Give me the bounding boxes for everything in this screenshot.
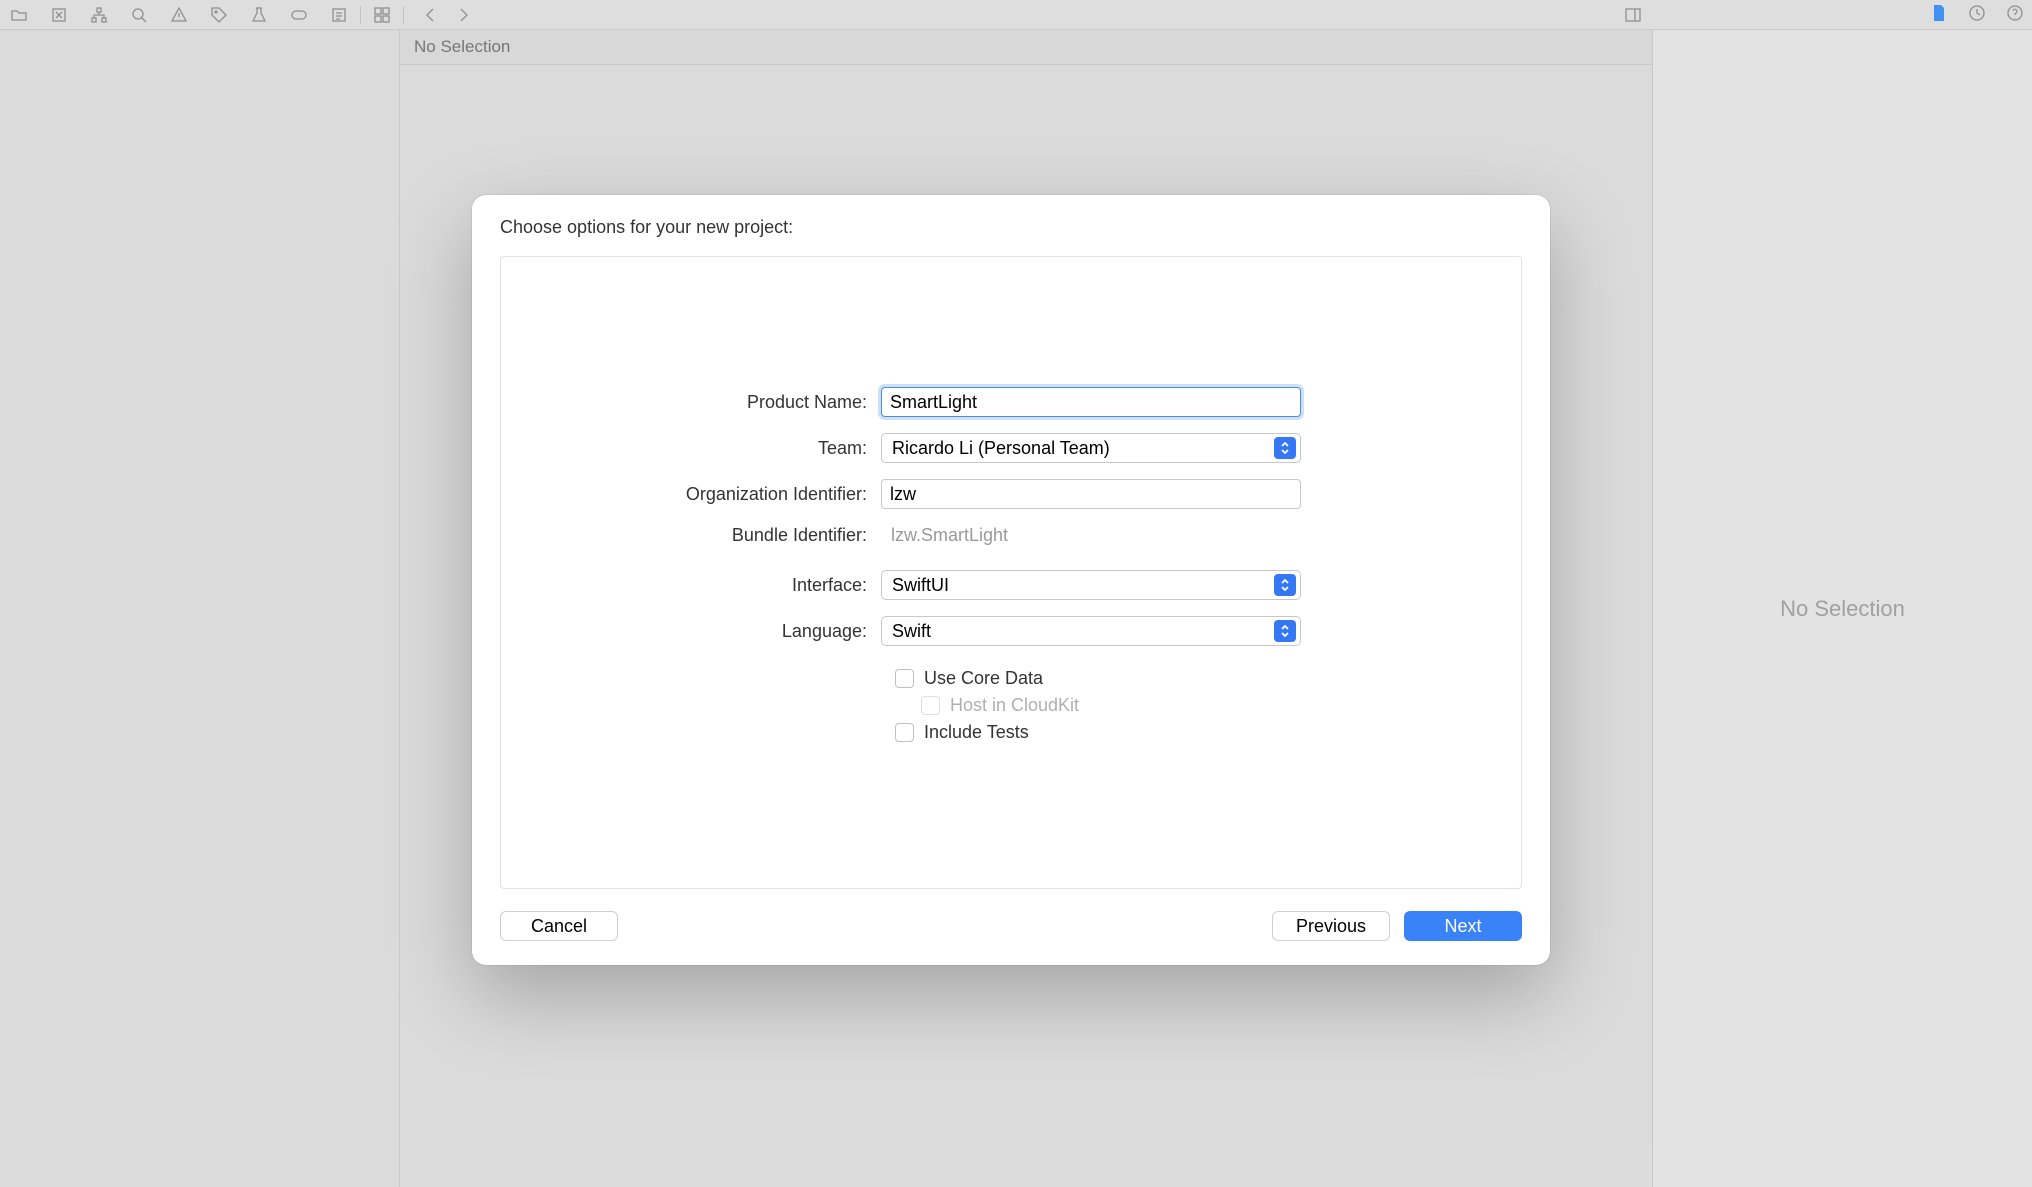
product-name-input[interactable] <box>881 387 1301 417</box>
inspector-no-selection: No Selection <box>1780 596 1905 622</box>
interface-value: SwiftUI <box>892 575 1274 596</box>
editor-header: No Selection <box>400 30 1652 65</box>
document-icon[interactable] <box>1930 4 1948 27</box>
warning-icon[interactable] <box>170 6 188 24</box>
new-project-options-dialog: Choose options for your new project: Pro… <box>472 195 1550 965</box>
use-core-data-checkbox[interactable] <box>895 669 914 688</box>
back-icon[interactable] <box>422 6 440 24</box>
host-cloudkit-checkbox <box>921 696 940 715</box>
host-cloudkit-label: Host in CloudKit <box>950 695 1079 716</box>
related-icon[interactable] <box>373 6 391 24</box>
bundle-id-value: lzw.SmartLight <box>881 525 1301 546</box>
language-value: Swift <box>892 621 1274 642</box>
team-popup[interactable]: Ricardo Li (Personal Team) <box>881 433 1301 463</box>
popup-arrows-icon <box>1274 437 1296 459</box>
language-label: Language: <box>561 621 881 642</box>
modal-title: Choose options for your new project: <box>500 217 1522 238</box>
use-core-data-label: Use Core Data <box>924 668 1043 689</box>
org-id-label: Organization Identifier: <box>561 484 881 505</box>
popup-arrows-icon <box>1274 574 1296 596</box>
tag-icon[interactable] <box>210 6 228 24</box>
modal-footer: Cancel Previous Next <box>500 911 1522 941</box>
top-toolbar <box>0 0 2032 30</box>
cancel-button[interactable]: Cancel <box>500 911 618 941</box>
history-icon[interactable] <box>1968 4 1986 27</box>
include-tests-checkbox[interactable] <box>895 723 914 742</box>
popup-arrows-icon <box>1274 620 1296 642</box>
include-tests-label: Include Tests <box>924 722 1029 743</box>
report-icon[interactable] <box>330 6 348 24</box>
org-id-input[interactable] <box>881 479 1301 509</box>
test-icon[interactable] <box>250 6 268 24</box>
interface-label: Interface: <box>561 575 881 596</box>
team-label: Team: <box>561 438 881 459</box>
interface-popup[interactable]: SwiftUI <box>881 570 1301 600</box>
next-button[interactable]: Next <box>1404 911 1522 941</box>
forward-icon[interactable] <box>454 6 472 24</box>
language-popup[interactable]: Swift <box>881 616 1301 646</box>
inspector-toolbar <box>1930 0 2024 30</box>
search-icon[interactable] <box>130 6 148 24</box>
hierarchy-icon[interactable] <box>90 6 108 24</box>
folder-icon[interactable] <box>10 6 28 24</box>
inspector-panel: No Selection <box>1652 30 2032 1187</box>
bundle-id-label: Bundle Identifier: <box>561 525 881 546</box>
team-value: Ricardo Li (Personal Team) <box>892 438 1274 459</box>
previous-button[interactable]: Previous <box>1272 911 1390 941</box>
modal-form: Product Name: Team: Ricardo Li (Personal… <box>500 256 1522 889</box>
navigator-panel <box>0 30 400 1187</box>
sidebar-toggle-icon[interactable] <box>1624 6 1642 24</box>
breakpoint-icon[interactable] <box>290 6 308 24</box>
version-icon[interactable] <box>50 6 68 24</box>
product-name-label: Product Name: <box>561 392 881 413</box>
help-icon[interactable] <box>2006 4 2024 27</box>
editor-header-label: No Selection <box>414 37 510 57</box>
